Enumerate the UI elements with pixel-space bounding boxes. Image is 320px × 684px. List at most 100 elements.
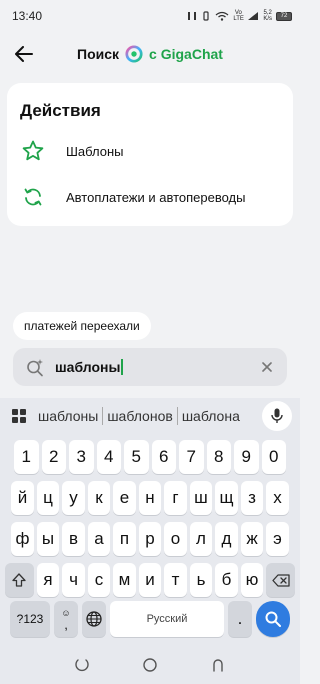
key[interactable]: 6 <box>151 440 176 474</box>
net-speed: 5,2 K/s <box>263 10 272 22</box>
key[interactable]: 1 <box>14 440 39 474</box>
key[interactable]: ч <box>62 563 85 597</box>
language-key[interactable] <box>82 601 106 637</box>
key[interactable]: ф <box>11 522 34 556</box>
status-bar: 13:40 Vo LTE 5,2 K/s 72 <box>0 0 300 32</box>
header: Поиск с GigaChat <box>0 34 300 74</box>
grid-icon <box>12 409 26 423</box>
key[interactable]: т <box>164 563 187 597</box>
status-time: 13:40 <box>12 9 43 23</box>
comma-key[interactable]: ☺ , <box>54 601 78 637</box>
key[interactable]: ж <box>240 522 264 556</box>
key[interactable]: у <box>62 481 85 515</box>
text-caret <box>121 359 124 375</box>
key[interactable]: 7 <box>179 440 204 474</box>
key[interactable]: ц <box>36 481 60 515</box>
voice-input-button[interactable] <box>262 401 292 431</box>
suggestion-3[interactable]: шаблона <box>178 408 244 424</box>
ai-search-icon <box>27 359 43 377</box>
status-icons: Vo LTE 5,2 K/s 72 <box>187 10 292 22</box>
key[interactable]: п <box>113 522 136 556</box>
key[interactable]: 2 <box>41 440 66 474</box>
key[interactable]: 3 <box>69 440 94 474</box>
system-nav-bar <box>0 646 300 684</box>
back-button[interactable] <box>12 42 36 66</box>
info-chip[interactable]: платежей переехали <box>13 312 151 340</box>
shift-key[interactable] <box>4 563 34 597</box>
space-key[interactable]: Русский <box>110 601 224 637</box>
key[interactable]: 4 <box>96 440 121 474</box>
suggestion-2[interactable]: шаблонов <box>103 408 176 424</box>
key[interactable]: с <box>87 563 111 597</box>
action-templates[interactable]: Шаблоны <box>20 135 280 167</box>
back-nav-icon <box>213 659 223 672</box>
backspace-key[interactable] <box>266 563 296 597</box>
key-row-bottom: ?123 ☺ , Русский . <box>0 601 300 637</box>
suggestion-1[interactable]: шаблоны <box>34 408 102 424</box>
gigachat-brand: с GigaChat <box>149 46 223 62</box>
action-autopayments-label: Автоплатежи и автопереводы <box>66 189 246 205</box>
keyboard: шаблоны шаблонов шаблона 1 2 3 4 5 6 7 8… <box>0 398 300 684</box>
key[interactable]: й <box>11 481 34 515</box>
key[interactable]: о <box>164 522 187 556</box>
key[interactable]: г <box>164 481 187 515</box>
header-title-group: Поиск с GigaChat <box>0 34 300 74</box>
key[interactable]: е <box>113 481 136 515</box>
key[interactable]: 8 <box>206 440 231 474</box>
key[interactable]: н <box>138 481 162 515</box>
key[interactable]: м <box>113 563 136 597</box>
action-autopayments[interactable]: Автоплатежи и автопереводы <box>20 181 280 213</box>
key[interactable]: э <box>266 522 289 556</box>
key[interactable]: 9 <box>234 440 259 474</box>
clear-button[interactable] <box>259 359 275 375</box>
action-templates-label: Шаблоны <box>66 143 124 159</box>
home-circle-icon <box>143 658 157 672</box>
key[interactable]: в <box>62 522 85 556</box>
key[interactable]: ю <box>240 563 264 597</box>
refresh-arrows-icon <box>20 184 46 210</box>
signal-icon <box>248 12 259 20</box>
search-input[interactable]: шаблоны <box>13 348 287 386</box>
arrow-left-icon <box>15 46 33 62</box>
key-row-3: я ч с м и т ь б ю <box>0 563 300 597</box>
key[interactable]: ы <box>36 522 60 556</box>
backspace-icon <box>272 573 290 587</box>
key[interactable]: и <box>138 563 162 597</box>
key[interactable]: х <box>266 481 289 515</box>
period-key[interactable]: . <box>228 601 252 637</box>
mute-icon <box>188 12 197 20</box>
key[interactable]: з <box>240 481 264 515</box>
recents-button[interactable] <box>72 655 92 675</box>
key-row-numbers: 1 2 3 4 5 6 7 8 9 0 <box>0 440 300 474</box>
battery-icon: 72 <box>276 11 292 21</box>
key[interactable]: 5 <box>124 440 149 474</box>
search-enter-key[interactable] <box>256 601 290 637</box>
key[interactable]: ь <box>189 563 213 597</box>
symbols-key[interactable]: ?123 <box>10 601 50 637</box>
key[interactable]: л <box>189 522 213 556</box>
close-icon <box>262 362 272 372</box>
key[interactable]: я <box>36 563 60 597</box>
home-button[interactable] <box>140 655 160 675</box>
wifi-icon <box>215 11 229 21</box>
key-row-2: ф ы в а п р о л д ж э <box>0 522 300 556</box>
suggestion-bar: шаблоны шаблонов шаблона <box>0 398 300 434</box>
action-templates[interactable] <box>20 219 280 251</box>
key[interactable]: д <box>215 522 238 556</box>
key[interactable]: б <box>215 563 238 597</box>
page-title: Поиск <box>77 46 120 62</box>
back-nav-button[interactable] <box>208 655 228 675</box>
microphone-icon <box>271 408 283 423</box>
key[interactable]: р <box>138 522 162 556</box>
key[interactable]: а <box>87 522 111 556</box>
vibrate-icon <box>203 11 209 21</box>
key[interactable]: к <box>87 481 111 515</box>
search-icon <box>265 611 281 627</box>
star-outline-icon <box>20 138 46 164</box>
key[interactable]: 0 <box>261 440 286 474</box>
apps-grid-button[interactable] <box>4 409 34 423</box>
search-value: шаблоны <box>55 359 121 375</box>
key[interactable]: щ <box>215 481 238 515</box>
comma-label: , <box>64 617 68 632</box>
key[interactable]: ш <box>189 481 213 515</box>
